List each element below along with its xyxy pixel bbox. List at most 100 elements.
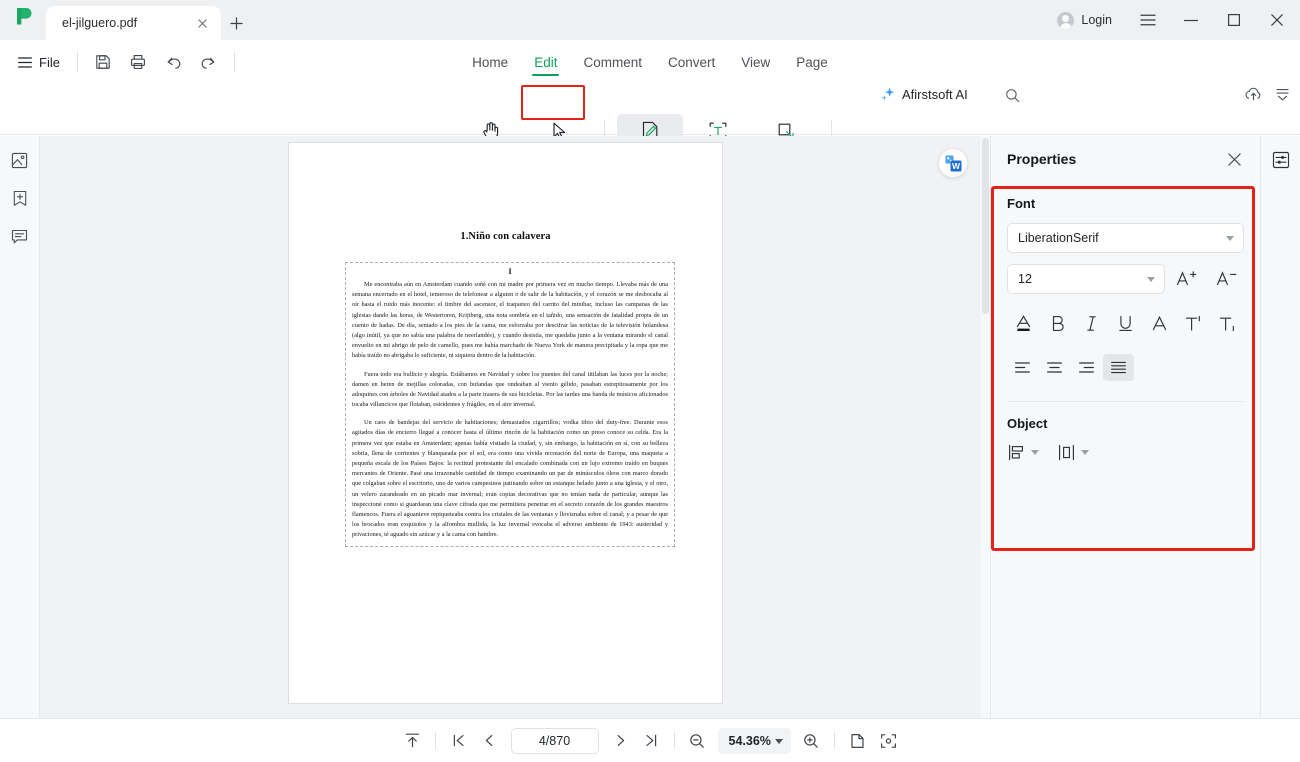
- close-icon[interactable]: [1224, 149, 1244, 169]
- ai-label: Afirstsoft AI: [902, 86, 968, 102]
- first-page-icon[interactable]: [443, 727, 474, 755]
- divider: [434, 732, 436, 749]
- font-size-value: 12: [1018, 272, 1032, 286]
- paragraph: Fuera todo era bullicio y alegría. Estáb…: [352, 370, 668, 409]
- align-left-icon[interactable]: [1007, 354, 1038, 381]
- subscript-icon[interactable]: [1210, 308, 1244, 338]
- align-justify-icon[interactable]: [1103, 354, 1134, 381]
- avatar-icon: [1057, 11, 1075, 29]
- scrollbar-thumb[interactable]: [982, 138, 989, 314]
- object-section-title: Object: [1007, 416, 1048, 431]
- italic-icon[interactable]: [1075, 308, 1109, 338]
- chevron-down-icon: [774, 738, 783, 744]
- increase-font-size-icon[interactable]: [1169, 264, 1204, 294]
- tab-title: el-jilguero.pdf: [62, 16, 138, 30]
- font-size-row: 12: [1007, 264, 1244, 294]
- afirstsoft-logo-icon: [0, 0, 46, 40]
- page-number-input[interactable]: 4/870: [510, 727, 599, 754]
- hamburger-menu-icon[interactable]: [1126, 0, 1169, 40]
- properties-panel: Properties Font LiberationSerif 12 Objec…: [990, 136, 1260, 718]
- properties-panel-icon[interactable]: [1268, 148, 1294, 172]
- document-tab[interactable]: el-jilguero.pdf: [46, 6, 221, 40]
- maximize-icon[interactable]: [1212, 0, 1255, 40]
- left-sidebar: [0, 136, 40, 718]
- font-color-icon[interactable]: [1007, 308, 1041, 338]
- pdf-page[interactable]: 1.Niño con calavera I Me encontraba aún …: [288, 142, 723, 704]
- editable-text-block[interactable]: I Me encontraba aún en Amsterdam cuando …: [345, 262, 675, 547]
- right-sidebar: [1260, 136, 1300, 718]
- document-viewport[interactable]: 1.Niño con calavera I Me encontraba aún …: [40, 136, 990, 718]
- strikethrough-icon[interactable]: [1142, 308, 1176, 338]
- sparkle-icon: [880, 86, 896, 102]
- section-number: I: [508, 267, 512, 276]
- object-buttons: [1007, 443, 1244, 462]
- previous-page-icon[interactable]: [474, 727, 505, 755]
- plus-icon[interactable]: [221, 6, 251, 40]
- panel-title: Properties: [1007, 151, 1077, 167]
- font-section-title: Font: [1007, 196, 1036, 211]
- last-page-icon[interactable]: [636, 727, 667, 755]
- underline-icon[interactable]: [1109, 308, 1143, 338]
- chevron-down-icon: [1147, 277, 1156, 282]
- search-icon[interactable]: [1005, 88, 1020, 103]
- fit-page-icon[interactable]: [873, 727, 904, 755]
- tab-home[interactable]: Home: [459, 51, 521, 77]
- chevron-down-icon: [1081, 450, 1089, 455]
- font-section: Font LiberationSerif 12: [991, 196, 1260, 381]
- align-objects-icon[interactable]: [1007, 443, 1039, 462]
- divider: [1007, 401, 1244, 402]
- divider: [833, 732, 835, 749]
- single-page-view-icon[interactable]: [842, 727, 873, 755]
- zoom-in-icon[interactable]: [796, 727, 827, 755]
- tab-label: Convert: [667, 55, 716, 70]
- zoom-level-select[interactable]: 54.36%: [717, 727, 791, 754]
- chevron-down-icon: [1031, 450, 1039, 455]
- document-scrollbar[interactable]: [979, 136, 990, 718]
- tab-edit[interactable]: Edit: [521, 51, 570, 77]
- tab-view[interactable]: View: [728, 51, 783, 77]
- next-page-icon[interactable]: [605, 727, 636, 755]
- align-right-icon[interactable]: [1071, 354, 1102, 381]
- title-bar: el-jilguero.pdf Login: [0, 0, 1300, 40]
- afirstsoft-ai-button[interactable]: Afirstsoft AI: [880, 86, 968, 102]
- font-size-select[interactable]: 12: [1007, 264, 1166, 294]
- thumbnails-icon[interactable]: [7, 148, 33, 172]
- bold-icon[interactable]: [1041, 308, 1075, 338]
- login-label: Login: [1081, 13, 1112, 27]
- object-section: Object: [991, 416, 1260, 462]
- paragraph: Un caos de bandejas del servicio de habi…: [352, 419, 668, 539]
- cloud-upload-icon[interactable]: [1244, 86, 1263, 102]
- bookmark-add-icon[interactable]: [7, 186, 33, 210]
- svg-text:W: W: [951, 161, 960, 171]
- tab-label: Comment: [583, 55, 642, 70]
- minimize-icon[interactable]: [1169, 0, 1212, 40]
- scroll-to-top-icon[interactable]: [397, 727, 428, 755]
- tab-label: Home: [472, 55, 509, 70]
- word-convert-icon[interactable]: W: [938, 148, 968, 178]
- tab-label: View: [741, 55, 771, 70]
- tab-label: Page: [796, 55, 828, 70]
- comment-list-icon[interactable]: [7, 224, 33, 248]
- close-icon[interactable]: [193, 14, 211, 32]
- tab-page[interactable]: Page: [783, 51, 841, 77]
- align-center-icon[interactable]: [1039, 354, 1070, 381]
- collapse-ribbon-icon[interactable]: [1275, 87, 1290, 102]
- page-number-value: 4/870: [538, 733, 571, 748]
- zoom-out-icon[interactable]: [682, 727, 713, 755]
- divider: [673, 732, 675, 749]
- superscript-icon[interactable]: [1176, 308, 1210, 338]
- font-family-select[interactable]: LiberationSerif: [1007, 223, 1244, 253]
- distribute-objects-icon[interactable]: [1057, 443, 1089, 462]
- tab-label: Edit: [534, 55, 558, 70]
- login-button[interactable]: Login: [1043, 0, 1126, 40]
- properties-header: Properties: [991, 136, 1260, 182]
- close-icon[interactable]: [1255, 0, 1298, 40]
- paragraph: Me encontraba aún en Amsterdam cuando so…: [352, 281, 668, 360]
- decrease-font-size-icon[interactable]: [1209, 264, 1244, 294]
- ribbon-tabs: Home Edit Comment Convert View Page: [0, 48, 1300, 80]
- tab-comment[interactable]: Comment: [570, 51, 655, 77]
- bottom-toolbar: 4/870 54.36%: [0, 718, 1300, 762]
- ribbon-right-actions: [1244, 86, 1290, 102]
- tab-convert[interactable]: Convert: [655, 51, 728, 77]
- chevron-down-icon: [1226, 236, 1234, 241]
